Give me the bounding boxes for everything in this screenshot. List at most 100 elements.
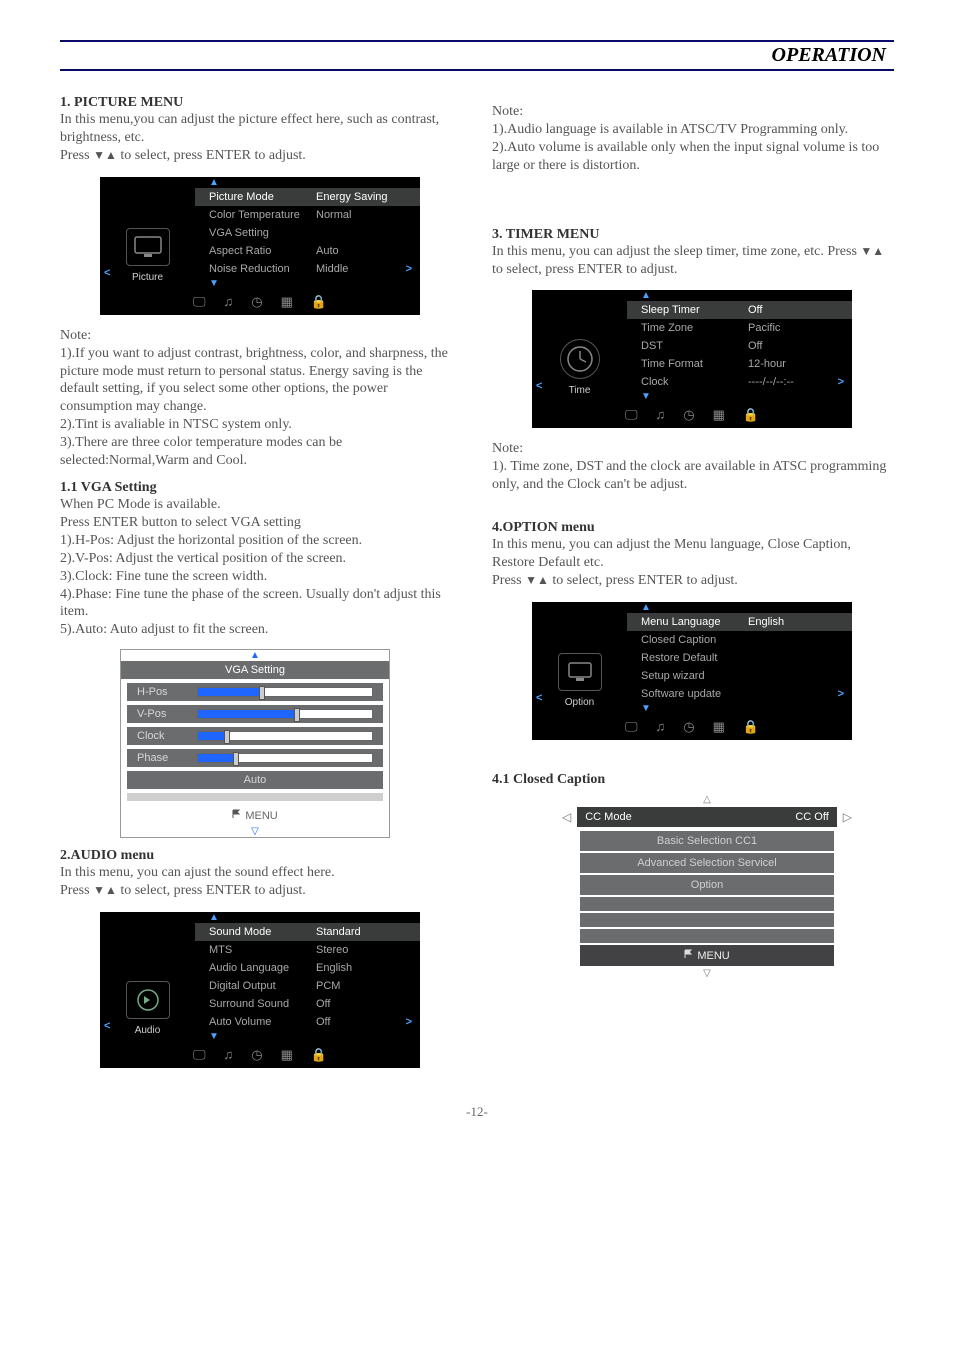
monitor-icon: 🖵 (193, 294, 206, 310)
music-note-icon: ♫ (223, 1047, 233, 1063)
page-number: -12- (60, 1104, 894, 1120)
section-1-1-line: 2).V-Pos: Adjust the vertical position o… (60, 550, 462, 568)
vga-menu-row: MENU (121, 805, 389, 826)
section-4-1-title: 4.1 Closed Caption (492, 772, 894, 788)
osd-time-left-label: Time (569, 385, 591, 396)
slider-track (197, 753, 373, 763)
section-1-note-label: Note: (60, 327, 462, 345)
vga-slider-row: H-Pos (127, 683, 383, 701)
page-header: OPERATION (60, 40, 894, 71)
osd-row: Sound ModeStandard (195, 923, 420, 941)
grid-icon: ▦ (713, 407, 725, 423)
chevron-right-icon: > (406, 263, 412, 275)
osd-option-menu: < Option ▲ Menu LanguageEnglish Closed C… (532, 602, 852, 740)
osd-category-bar: 🖵 ♫ ◷ ▦ 🔒 (100, 1042, 420, 1068)
down-up-arrow-icon: ▼▲ (860, 244, 884, 258)
closed-caption-panel: △ ◁ CC Mode CC Off ▷ Basic Selection CC1… (562, 794, 852, 979)
monitor-icon: 🖵 (625, 719, 638, 735)
chevron-down-icon: ▽ (251, 826, 259, 837)
vga-slider-row: Clock (127, 727, 383, 745)
page-header-title: OPERATION (772, 44, 886, 66)
osd-row: Closed Caption (627, 631, 852, 649)
cc-row: Option (580, 875, 834, 895)
vga-panel-title: VGA Setting (121, 661, 389, 679)
chevron-left-icon: ◁ (562, 810, 571, 824)
lock-icon: 🔒 (311, 294, 327, 310)
section-1-1-line: 1).H-Pos: Adjust the horizontal position… (60, 532, 462, 550)
section-3-note-label: Note: (492, 440, 894, 458)
osd-row: DSTOff (627, 337, 852, 355)
osd-picture-left-label: Picture (132, 272, 163, 283)
clock-icon: ◷ (683, 407, 694, 423)
time-category-icon (560, 339, 600, 379)
cc-empty-row (580, 929, 834, 943)
music-note-icon: ♫ (655, 719, 665, 735)
section-3-title: 3. TIMER MENU (492, 227, 894, 243)
section-2-title: 2.AUDIO menu (60, 848, 462, 864)
grid-icon: ▦ (281, 294, 293, 310)
flag-icon (684, 949, 694, 959)
chevron-right-icon: > (838, 688, 844, 700)
osd-row: Digital OutputPCM (195, 977, 420, 995)
chevron-down-icon: ▽ (703, 968, 711, 979)
down-up-arrow-icon: ▼▲ (525, 573, 549, 587)
section-3-note1: 1). Time zone, DST and the clock are ava… (492, 458, 894, 494)
section-1-1-line: Press ENTER button to select VGA setting (60, 514, 462, 532)
section-1-1-line: 3).Clock: Fine tune the screen width. (60, 568, 462, 586)
vga-auto-row: Auto (127, 771, 383, 789)
music-note-icon: ♫ (655, 407, 665, 423)
osd-row: Noise ReductionMiddle (195, 260, 420, 278)
audio-category-icon (126, 981, 170, 1019)
section-2-note2: 2).Auto volume is available only when th… (492, 139, 894, 175)
clock-icon: ◷ (251, 1047, 262, 1063)
chevron-right-icon: ▷ (843, 810, 852, 824)
two-column-layout: 1. PICTURE MENU In this menu,you can adj… (60, 89, 894, 1080)
section-1-1-line: 5).Auto: Auto adjust to fit the screen. (60, 621, 462, 639)
cc-empty-row (580, 913, 834, 927)
osd-row: Clock----/--/--:-- (627, 373, 852, 391)
lock-icon: 🔒 (743, 719, 759, 735)
chevron-left-icon: < (104, 1020, 110, 1032)
chevron-down-icon: ▼ (641, 703, 651, 714)
flag-icon (232, 809, 242, 819)
chevron-up-icon: ▲ (209, 912, 219, 923)
chevron-up-icon: ▲ (209, 177, 219, 188)
lock-icon: 🔒 (743, 407, 759, 423)
chevron-left-icon: < (536, 380, 542, 392)
monitor-icon: 🖵 (193, 1047, 206, 1063)
osd-category-bar: 🖵 ♫ ◷ ▦ 🔒 (100, 289, 420, 315)
osd-row: Surround SoundOff (195, 995, 420, 1013)
cc-menu-row: MENU (580, 945, 834, 966)
chevron-up-icon: ▲ (641, 602, 651, 613)
slider-track (197, 709, 373, 719)
section-1-note1: 1).If you want to adjust contrast, brigh… (60, 345, 462, 417)
slider-track (197, 687, 373, 697)
chevron-down-icon: ▼ (209, 278, 219, 289)
chevron-right-icon: > (406, 1016, 412, 1028)
option-category-icon (558, 653, 602, 691)
osd-row: Picture ModeEnergy Saving (195, 188, 420, 206)
section-2-note1: 1).Audio language is available in ATSC/T… (492, 121, 894, 139)
osd-row: Time Format12-hour (627, 355, 852, 373)
section-1-1-title: 1.1 VGA Setting (60, 480, 462, 496)
section-1-note3: 3).There are three color temperature mod… (60, 434, 462, 470)
down-up-arrow-icon: ▼▲ (93, 883, 117, 897)
slider-track (197, 731, 373, 741)
vga-setting-panel: ▲ VGA Setting H-Pos V-Pos Clock Phase Au… (120, 649, 390, 838)
vga-slider-row: Phase (127, 749, 383, 767)
chevron-down-icon: ▼ (209, 1031, 219, 1042)
chevron-down-icon: ▼ (641, 391, 651, 402)
grid-icon: ▦ (281, 1047, 293, 1063)
chevron-left-icon: < (104, 267, 110, 279)
chevron-right-icon: > (838, 376, 844, 388)
chevron-up-icon: ▲ (641, 290, 651, 301)
monitor-icon: 🖵 (625, 407, 638, 423)
osd-category-bar: 🖵 ♫ ◷ ▦ 🔒 (532, 402, 852, 428)
left-column: 1. PICTURE MENU In this menu,you can adj… (60, 89, 462, 1080)
section-2-note-label: Note: (492, 103, 894, 121)
osd-row: Aspect RatioAuto (195, 242, 420, 260)
cc-row: CC Mode CC Off (577, 807, 837, 827)
section-1-title: 1. PICTURE MENU (60, 95, 462, 111)
osd-option-left-label: Option (565, 697, 594, 708)
section-1-intro2: Press ▼▲ to select, press ENTER to adjus… (60, 147, 462, 165)
